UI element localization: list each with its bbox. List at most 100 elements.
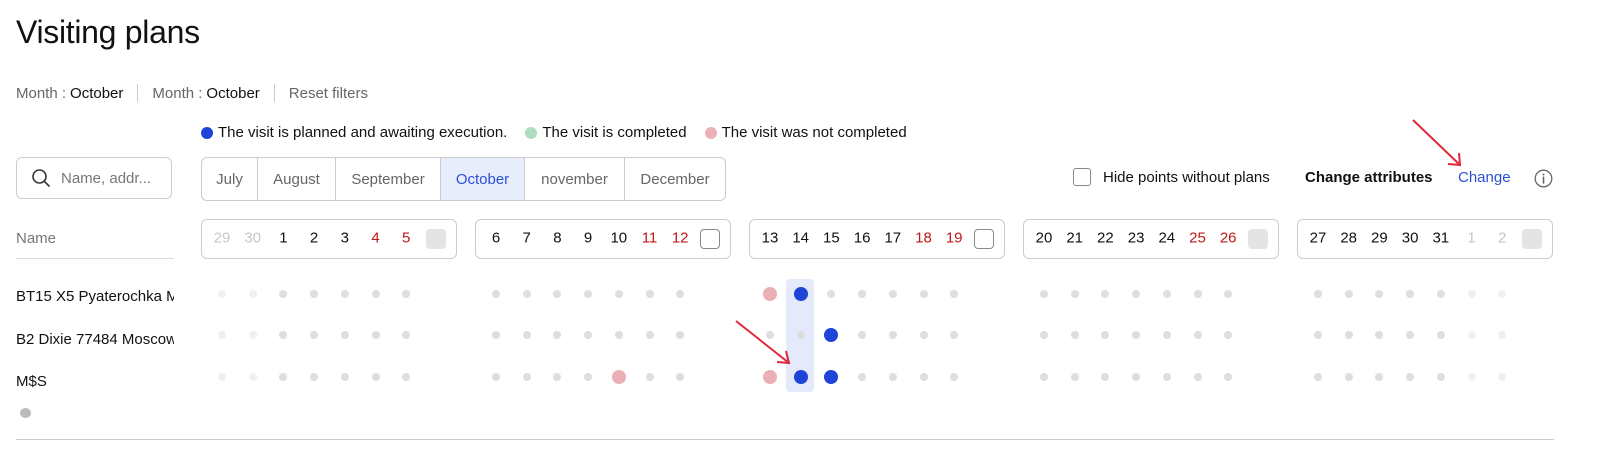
visit-dot-empty[interactable] [950, 373, 959, 381]
visit-dot-empty[interactable] [1344, 373, 1353, 381]
visit-dot-faded[interactable] [1498, 290, 1507, 298]
day-label[interactable]: 10 [607, 231, 631, 246]
visit-dot-empty[interactable] [340, 331, 349, 339]
day-label[interactable]: 5 [394, 231, 418, 246]
visit-dot-empty[interactable] [522, 331, 531, 339]
visit-dot-faded[interactable] [248, 373, 257, 381]
visit-dot-empty[interactable] [553, 331, 562, 339]
visit-dot-planned[interactable] [793, 287, 808, 301]
visit-dot-planned[interactable] [793, 370, 808, 384]
visit-dot-empty[interactable] [1375, 331, 1384, 339]
visit-dot-empty[interactable] [553, 290, 562, 298]
visit-dot-empty[interactable] [402, 331, 411, 339]
day-label[interactable]: 9 [576, 231, 600, 246]
visit-dot-empty[interactable] [1193, 290, 1202, 298]
tab-november[interactable]: november [525, 158, 625, 200]
visit-dot-faded[interactable] [1467, 331, 1476, 339]
visit-dot-faded[interactable] [1467, 290, 1476, 298]
visit-dot-empty[interactable] [888, 290, 897, 298]
day-label[interactable]: 31 [1429, 231, 1453, 246]
day-label[interactable]: 21 [1063, 231, 1087, 246]
visit-dot-empty[interactable] [1224, 373, 1233, 381]
visit-dot-empty[interactable] [1040, 290, 1048, 298]
visit-dot-empty[interactable] [371, 290, 380, 298]
day-label[interactable]: 26 [1216, 231, 1240, 246]
visit-dot-empty[interactable] [614, 331, 623, 339]
visit-dot-missed[interactable] [763, 287, 777, 301]
visit-dot-empty[interactable] [1162, 331, 1171, 339]
visit-dot-empty[interactable] [1070, 373, 1079, 381]
day-label[interactable]: 17 [881, 231, 905, 246]
reset-filters-button[interactable]: Reset filters [289, 85, 368, 102]
info-icon[interactable] [1534, 169, 1553, 188]
day-label[interactable]: 20 [1032, 231, 1056, 246]
visit-dot-empty[interactable] [553, 373, 562, 381]
tab-october[interactable]: October [441, 158, 525, 200]
visit-dot-empty[interactable] [1162, 373, 1171, 381]
visit-dot-empty[interactable] [492, 331, 500, 339]
visit-dot-missed[interactable] [611, 370, 626, 384]
visit-dot-empty[interactable] [766, 331, 774, 339]
hide-points-toggle[interactable]: Hide points without plans [1073, 168, 1270, 186]
day-label[interactable]: 29 [1367, 231, 1391, 246]
visit-dot-empty[interactable] [522, 373, 531, 381]
visit-dot-empty[interactable] [1132, 331, 1141, 339]
day-label[interactable]: 4 [364, 231, 388, 246]
visit-dot-empty[interactable] [1162, 290, 1171, 298]
visit-dot-empty[interactable] [888, 331, 897, 339]
visit-dot-empty[interactable] [1101, 331, 1110, 339]
visit-dot-empty[interactable] [584, 290, 593, 298]
day-label[interactable]: 18 [912, 231, 936, 246]
visit-dot-planned[interactable] [824, 370, 839, 384]
day-label[interactable]: 2 [302, 231, 326, 246]
visit-dot-empty[interactable] [1375, 373, 1384, 381]
visit-dot-faded[interactable] [1498, 373, 1507, 381]
week-select-checkbox[interactable] [974, 229, 994, 249]
visit-dot-empty[interactable] [919, 290, 928, 298]
visit-dot-empty[interactable] [858, 290, 867, 298]
visit-dot-empty[interactable] [584, 331, 593, 339]
visit-dot-empty[interactable] [522, 290, 531, 298]
visit-dot-empty[interactable] [676, 373, 685, 381]
day-label[interactable]: 12 [668, 231, 692, 246]
day-label[interactable]: 19 [942, 231, 966, 246]
day-label[interactable]: 3 [333, 231, 357, 246]
search-box[interactable] [16, 157, 172, 199]
search-input[interactable] [59, 168, 163, 188]
visit-dot-empty[interactable] [1224, 331, 1233, 339]
visit-dot-empty[interactable] [1101, 290, 1110, 298]
day-label[interactable]: 1 [1460, 231, 1484, 246]
visit-dot-empty[interactable] [1193, 373, 1202, 381]
visit-dot-empty[interactable] [1040, 373, 1048, 381]
visit-dot-empty[interactable] [1224, 290, 1233, 298]
visit-dot-empty[interactable] [1406, 331, 1415, 339]
visit-dot-faded[interactable] [1467, 373, 1476, 381]
change-link[interactable]: Change [1458, 169, 1511, 186]
visit-dot-empty[interactable] [340, 290, 349, 298]
visit-dot-empty[interactable] [279, 373, 288, 381]
visit-dot-empty[interactable] [1314, 373, 1322, 381]
point-name[interactable]: BT15 X5 Pyaterochka Moscow [16, 288, 174, 305]
visit-dot-faded[interactable] [248, 331, 257, 339]
visit-dot-empty[interactable] [1436, 373, 1445, 381]
visit-dot-empty[interactable] [1070, 331, 1079, 339]
visit-dot-empty[interactable] [492, 373, 500, 381]
visit-dot-empty[interactable] [492, 290, 500, 298]
visit-dot-empty[interactable] [645, 373, 654, 381]
day-label[interactable]: 30 [241, 231, 265, 246]
visit-dot-empty[interactable] [340, 373, 349, 381]
visit-dot-empty[interactable] [1101, 373, 1110, 381]
visit-dot-empty[interactable] [676, 331, 685, 339]
day-label[interactable]: 29 [210, 231, 234, 246]
visit-dot-empty[interactable] [1314, 290, 1322, 298]
visit-dot-empty[interactable] [1406, 290, 1415, 298]
visit-dot-empty[interactable] [310, 290, 319, 298]
visit-dot-empty[interactable] [1436, 331, 1445, 339]
day-label[interactable]: 2 [1490, 231, 1514, 246]
hide-points-checkbox[interactable] [1073, 168, 1091, 186]
visit-dot-empty[interactable] [645, 290, 654, 298]
day-label[interactable]: 24 [1155, 231, 1179, 246]
tab-august[interactable]: August [258, 158, 336, 200]
day-label[interactable]: 25 [1186, 231, 1210, 246]
visit-dot-empty[interactable] [676, 290, 685, 298]
